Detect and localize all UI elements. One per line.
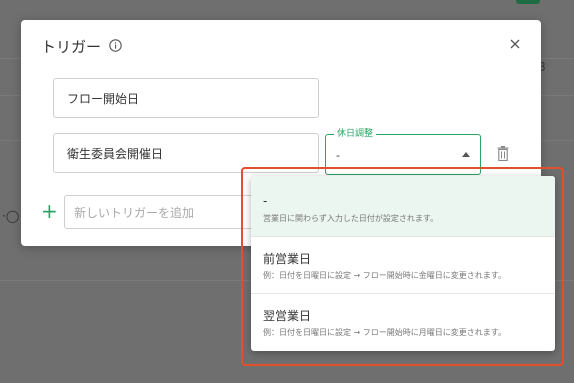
chevron-up-icon — [462, 152, 470, 157]
option-description: 例：日付を日曜日に設定 → フロー開始時に金曜日に変更されます。 — [263, 271, 506, 280]
trash-icon[interactable] — [497, 146, 509, 161]
holiday-adjust-select[interactable]: 休日調整 - — [325, 126, 481, 175]
option-description: 例：日付を日曜日に設定 → フロー開始時に月曜日に変更されます。 — [263, 328, 506, 337]
trigger-field-start[interactable]: フロー開始日 — [53, 78, 319, 118]
dropdown-option-none[interactable]: - 営業日に関わらず入力した日付が設定されます。 — [251, 176, 555, 236]
plus-icon[interactable]: + — [41, 201, 58, 221]
select-value: - — [336, 149, 340, 162]
option-title: 翌営業日 — [263, 309, 312, 323]
dialog-title: トリガー — [41, 38, 102, 56]
dropdown-option-next-business-day[interactable]: 翌営業日 例：日付を日曜日に設定 → フロー開始時に月曜日に変更されます。 — [251, 293, 555, 351]
trigger-field-committee[interactable]: 衛生委員会開催日 — [53, 133, 319, 173]
option-title: - — [263, 194, 268, 208]
option-description: 営業日に関わらず入力した日付が設定されます。 — [263, 214, 439, 223]
info-icon[interactable] — [109, 39, 122, 52]
background-badge — [516, 0, 540, 4]
option-title: 前営業日 — [263, 252, 312, 266]
background-radio-icon: ·◯ — [2, 209, 20, 223]
dropdown-option-previous-business-day[interactable]: 前営業日 例：日付を日曜日に設定 → フロー開始時に金曜日に変更されます。 — [251, 236, 555, 293]
select-label: 休日調整 — [334, 126, 377, 139]
holiday-adjust-dropdown: - 営業日に関わらず入力した日付が設定されます。 前営業日 例：日付を日曜日に設… — [251, 176, 555, 351]
close-icon[interactable] — [507, 36, 523, 52]
new-trigger-input[interactable]: 新しいトリガーを追加 — [64, 195, 264, 229]
